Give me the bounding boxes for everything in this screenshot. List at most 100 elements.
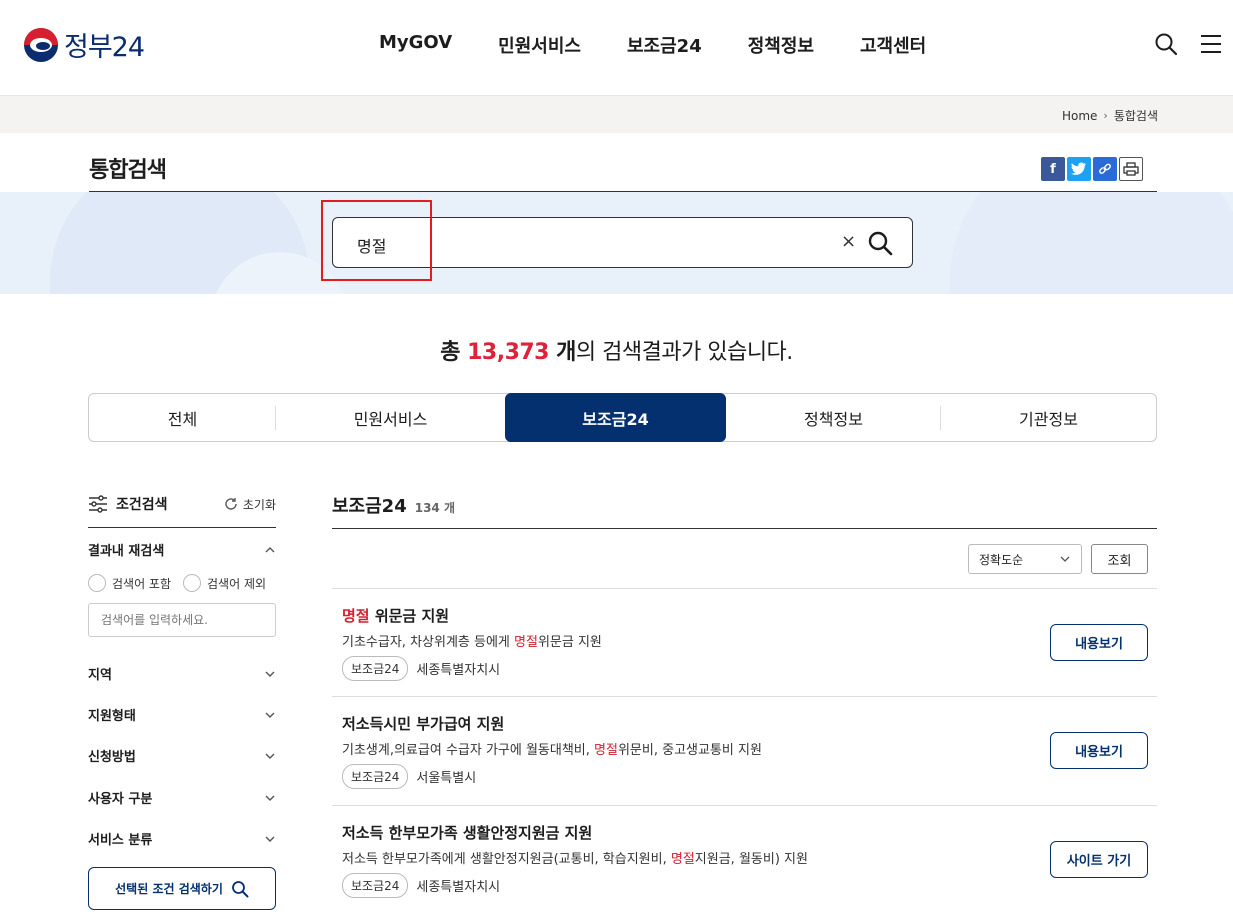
apply-filters-label: 선택된 조건 검색하기 — [115, 882, 223, 896]
clear-icon[interactable]: × — [841, 231, 856, 252]
sliders-icon — [89, 495, 107, 513]
hamburger-menu-icon[interactable] — [1199, 32, 1223, 56]
view-detail-button[interactable]: 내용보기 — [1050, 624, 1148, 661]
nav-subsidy24[interactable]: 보조금24 — [627, 32, 702, 58]
title-text: 위문금 지원 — [369, 607, 450, 625]
nav-policy-info[interactable]: 정책정보 — [748, 32, 814, 58]
desc-highlight: 명절 — [670, 852, 695, 867]
tab-policy-info[interactable]: 정책정보 — [726, 394, 941, 441]
share-tools: f — [1041, 157, 1143, 181]
nav-customer-center[interactable]: 고객센터 — [860, 32, 926, 58]
radio-include-label: 검색어 포함 — [112, 576, 172, 591]
filter-user-type-label: 사용자 구분 — [88, 792, 153, 807]
search-submit-icon[interactable] — [867, 230, 893, 256]
title-text: 저소득 한부모가족 생활안정지원금 지원 — [342, 824, 593, 842]
facebook-icon[interactable]: f — [1041, 157, 1065, 181]
filter-service-category[interactable]: 서비스 분류 — [88, 829, 276, 848]
result-item: 저소득시민 부가급여 지원 기초생계,의료급여 수급자 가구에 월동대책비, 명… — [332, 696, 1157, 805]
filter-user-type[interactable]: 사용자 구분 — [88, 788, 276, 807]
reset-label: 초기화 — [242, 497, 276, 512]
result-title[interactable]: 저소득 한부모가족 생활안정지원금 지원 — [342, 822, 592, 843]
link-copy-icon[interactable] — [1093, 157, 1117, 181]
radio-include[interactable]: 검색어 포함 — [88, 574, 171, 592]
region-text: 세종특별자치시 — [416, 880, 501, 895]
filter-title: 조건검색 — [88, 494, 168, 514]
desc-text: 위문비, 중고생교통비 지원 — [617, 743, 762, 758]
desc-highlight: 명절 — [514, 635, 538, 650]
chevron-right-icon: › — [1103, 109, 1108, 122]
tab-agency-info[interactable]: 기관정보 — [941, 394, 1156, 441]
summary-unit: 개 — [549, 340, 576, 365]
tab-civil-service[interactable]: 민원서비스 — [276, 394, 505, 441]
filter-sidebar: 조건검색 초기화 결과내 재검색 검색어 포함 검색어 제외 지역 지원형태 신… — [88, 492, 276, 910]
annotation-highlight-box — [321, 200, 432, 281]
filter-apply-method-label: 신청방법 — [88, 750, 136, 765]
twitter-icon[interactable] — [1067, 157, 1091, 181]
tab-all[interactable]: 전체 — [89, 394, 276, 441]
chevron-down-icon — [1060, 556, 1070, 562]
result-description: 저소득 한부모가족에게 생활안정지원금(교통비, 학습지원비, 명절지원금, 월… — [342, 848, 808, 867]
results-count: 134 개 — [414, 501, 456, 515]
main-nav: MyGOV 민원서비스 보조금24 정책정보 고객센터 — [379, 32, 972, 58]
radio-exclude-label: 검색어 제외 — [207, 576, 267, 591]
site-logo[interactable]: 정부24 — [24, 25, 145, 64]
radio-exclude[interactable]: 검색어 제외 — [183, 574, 266, 592]
search-icon — [231, 880, 249, 897]
result-item: 명절 위문금 지원 기초수급자, 차상위계층 등에게 명절위문금 지원 보조금2… — [332, 588, 1157, 697]
print-icon[interactable] — [1119, 157, 1143, 181]
breadcrumb-current: 통합검색 — [1113, 109, 1158, 123]
view-detail-button[interactable]: 내용보기 — [1050, 732, 1148, 769]
breadcrumb: Home › 통합검색 — [1062, 107, 1158, 124]
filter-refine[interactable]: 결과내 재검색 — [88, 540, 276, 559]
page-title: 통합검색 — [89, 158, 167, 183]
chevron-down-icon — [265, 795, 275, 801]
chevron-down-icon — [265, 836, 275, 842]
region-text: 서울특별시 — [416, 771, 477, 786]
breadcrumb-band: Home › 통합검색 — [0, 96, 1233, 133]
sort-select[interactable]: 정확도순 — [968, 544, 1082, 574]
filter-region-label: 지역 — [88, 668, 112, 683]
region-text: 세종특별자치시 — [416, 663, 501, 678]
filter-region[interactable]: 지역 — [88, 664, 276, 683]
breadcrumb-home[interactable]: Home — [1062, 109, 1097, 123]
category-tag: 보조금24 — [342, 873, 409, 898]
nav-civil-service[interactable]: 민원서비스 — [498, 32, 581, 58]
results-title: 보조금24 — [332, 496, 407, 517]
refresh-icon — [225, 498, 237, 510]
refine-search-input[interactable] — [88, 603, 276, 637]
title-text: 저소득시민 부가급여 지원 — [342, 715, 505, 733]
refine-label: 결과내 재검색 — [88, 544, 165, 559]
filter-title-text: 조건검색 — [116, 497, 168, 513]
desc-text: 기초생계,의료급여 수급자 가구에 월동대책비, — [342, 743, 595, 758]
summary-suffix: 의 검색결과가 있습니다. — [575, 340, 793, 365]
filter-support-type[interactable]: 지원형태 — [88, 705, 276, 724]
results-heading: 보조금24 134 개 — [332, 492, 1157, 518]
reset-button[interactable]: 초기화 — [224, 496, 276, 513]
tab-subsidy24[interactable]: 보조금24 — [505, 393, 726, 442]
result-item: 저소득 한부모가족 생활안정지원금 지원 저소득 한부모가족에게 생활안정지원금… — [332, 805, 1157, 914]
go-to-site-button[interactable]: 사이트 가기 — [1050, 841, 1148, 878]
desc-highlight: 명절 — [594, 743, 618, 758]
apply-filters-button[interactable]: 선택된 조건 검색하기 — [88, 867, 276, 910]
nav-mygov[interactable]: MyGOV — [379, 32, 452, 58]
chevron-down-icon — [265, 671, 275, 677]
result-title[interactable]: 명절 위문금 지원 — [342, 605, 449, 626]
result-description: 기초수급자, 차상위계층 등에게 명절위문금 지원 — [342, 631, 602, 650]
results-panel: 보조금24 134 개 정확도순 조회 명절 위문금 지원 기초수급자, 차상위… — [332, 492, 1157, 898]
desc-text: 기초수급자, 차상위계층 등에게 — [342, 635, 515, 650]
site-header: 정부24 MyGOV 민원서비스 보조금24 정책정보 고객센터 — [0, 0, 1233, 96]
sort-apply-button[interactable]: 조회 — [1091, 544, 1148, 574]
result-tabs: 전체 민원서비스 보조금24 정책정보 기관정보 — [88, 393, 1157, 442]
chevron-down-icon — [265, 753, 275, 759]
filter-apply-method[interactable]: 신청방법 — [88, 746, 276, 765]
desc-text: 위문금 지원 — [537, 635, 602, 650]
chevron-up-icon — [265, 546, 275, 552]
result-title[interactable]: 저소득시민 부가급여 지원 — [342, 713, 504, 734]
search-icon[interactable] — [1154, 32, 1178, 56]
title-highlight: 명절 — [342, 607, 370, 625]
chevron-down-icon — [265, 712, 275, 718]
result-summary: 총 13,373 개의 검색결과가 있습니다. — [0, 334, 1233, 366]
logo-text: 정부24 — [64, 32, 145, 63]
desc-text: 저소득 한부모가족에게 생활안정지원금(교통비, 학습지원비, — [342, 852, 671, 867]
category-tag: 보조금24 — [342, 656, 409, 681]
